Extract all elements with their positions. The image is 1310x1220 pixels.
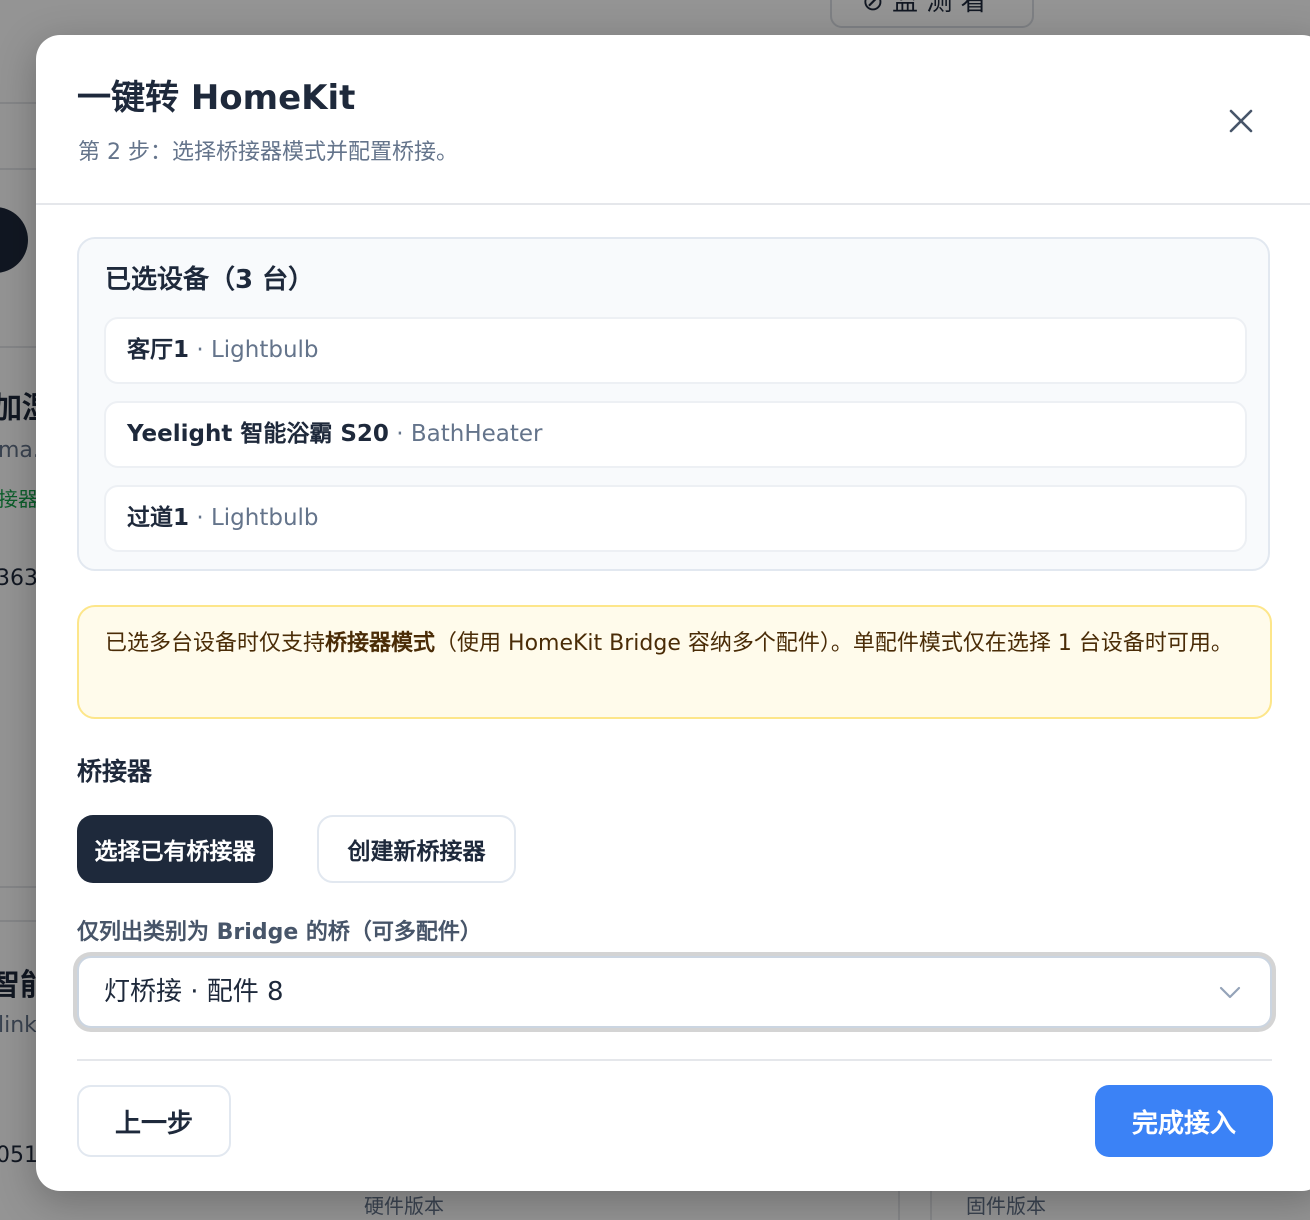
device-item: 客厅1 · Lightbulb: [104, 317, 1247, 384]
bridge-section-label: 桥接器: [77, 757, 153, 786]
multi-device-warning: 已选多台设备时仅支持桥接器模式（使用 HomeKit Bridge 容纳多个配件…: [77, 605, 1272, 719]
device-name: 客厅1: [127, 337, 190, 363]
header-divider: [36, 203, 1310, 205]
selected-devices-title: 已选设备（3 台）: [105, 265, 315, 295]
close-icon: [1229, 109, 1253, 133]
device-separator: ·: [189, 505, 211, 531]
device-name: Yeelight 智能浴霸 S20: [127, 421, 389, 447]
footer-divider: [77, 1059, 1272, 1061]
previous-step-button[interactable]: 上一步: [77, 1085, 231, 1157]
device-type: BathHeater: [410, 421, 543, 447]
device-type: Lightbulb: [210, 505, 319, 531]
close-button[interactable]: [1222, 102, 1260, 140]
create-new-bridge-button[interactable]: 创建新桥接器: [317, 815, 516, 883]
bridge-select[interactable]: 灯桥接 · 配件 8: [77, 956, 1272, 1028]
dialog-subtitle: 第 2 步：选择桥接器模式并配置桥接。: [78, 140, 458, 165]
chevron-down-icon: [1219, 986, 1241, 999]
warning-text-suffix: （使用 HomeKit Bridge 容纳多个配件）。单配件模式仅在选择 1 台…: [435, 631, 1233, 656]
dialog-title: 一键转 HomeKit: [77, 78, 356, 118]
finish-button[interactable]: 完成接入: [1095, 1085, 1273, 1157]
device-item: Yeelight 智能浴霸 S20 · BathHeater: [104, 401, 1247, 468]
device-type: Lightbulb: [210, 337, 319, 363]
device-name: 过道1: [127, 505, 190, 531]
bridge-filter-hint: 仅列出类别为 Bridge 的桥（可多配件）: [77, 920, 482, 945]
device-separator: ·: [189, 337, 211, 363]
warning-text-bold: 桥接器模式: [325, 631, 436, 656]
device-separator: ·: [388, 421, 411, 447]
homekit-dialog: 一键转 HomeKit 第 2 步：选择桥接器模式并配置桥接。 已选设备（3 台…: [36, 35, 1310, 1191]
select-existing-bridge-button[interactable]: 选择已有桥接器: [77, 815, 273, 883]
selected-devices-panel: 已选设备（3 台） 客厅1 · Lightbulb Yeelight 智能浴霸 …: [77, 237, 1270, 571]
bridge-select-value: 灯桥接 · 配件 8: [104, 977, 284, 1007]
warning-text-prefix: 已选多台设备时仅支持: [105, 631, 326, 656]
device-item: 过道1 · Lightbulb: [104, 485, 1247, 552]
